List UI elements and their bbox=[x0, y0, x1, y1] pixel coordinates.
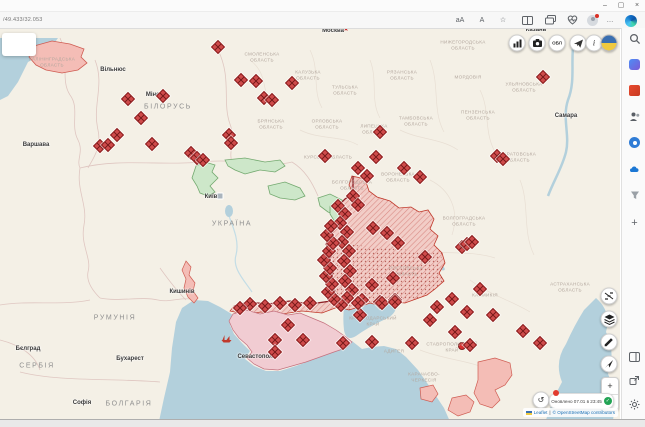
camera-icon bbox=[532, 39, 542, 47]
copilot-icon bbox=[629, 59, 640, 70]
update-ok-icon: ✓ bbox=[603, 397, 612, 405]
update-status-pill[interactable]: Оновлено 07.01 в 23:45 ✓ bbox=[549, 393, 614, 409]
people-icon bbox=[630, 112, 640, 121]
map-graphics bbox=[0, 37, 615, 419]
split-screen-icon bbox=[521, 15, 533, 25]
layers-icon bbox=[603, 314, 615, 325]
layers-button[interactable] bbox=[600, 310, 618, 328]
sidebar-add-button[interactable]: + bbox=[628, 216, 641, 229]
favorites-button[interactable]: ☆ bbox=[496, 14, 510, 26]
transnistria bbox=[181, 260, 199, 304]
history-icon: ↺ bbox=[537, 395, 545, 405]
sidebar-copilot-button[interactable] bbox=[628, 58, 641, 71]
collections-button[interactable] bbox=[543, 14, 557, 26]
sidebar-panel-button[interactable] bbox=[628, 350, 641, 363]
map-attribution: Leaflet | © OpenStreetMap contributors bbox=[522, 408, 618, 417]
oblast-borders-button[interactable]: ОБЛ bbox=[548, 34, 566, 52]
search-icon bbox=[629, 33, 640, 44]
collections-icon bbox=[544, 15, 556, 25]
map[interactable]: ★ ОБЛ i + ↺ Оновлено 07.01 в 23:45 ✓ Lea… bbox=[0, 28, 620, 419]
kaliningrad bbox=[28, 40, 88, 74]
sidebar-games-button[interactable] bbox=[628, 136, 641, 149]
route-measure-button[interactable] bbox=[600, 287, 618, 305]
oblast-borders-label: ОБЛ bbox=[552, 40, 562, 46]
side-panel-icon bbox=[629, 351, 640, 362]
sidebar-dropdown-button[interactable] bbox=[628, 188, 641, 201]
read-aloud-button[interactable]: aA bbox=[453, 14, 467, 26]
edge-logo-icon[interactable] bbox=[625, 15, 637, 27]
language-flag-button[interactable] bbox=[600, 34, 618, 52]
telegram-button[interactable] bbox=[569, 34, 587, 52]
sidebar-settings-button[interactable] bbox=[628, 398, 641, 411]
translate-button[interactable]: A bbox=[475, 14, 489, 26]
pencil-icon bbox=[604, 338, 613, 347]
funnel-icon bbox=[630, 191, 639, 199]
draw-pencil-button[interactable] bbox=[600, 333, 618, 351]
screenshot-button[interactable] bbox=[528, 34, 546, 52]
sidebar-open-window-button[interactable] bbox=[628, 374, 641, 387]
sidebar-shopping-button[interactable] bbox=[628, 84, 641, 97]
cloud-icon bbox=[630, 166, 639, 172]
caucasus-region-2 bbox=[447, 394, 475, 417]
kyiv-capital-icon bbox=[216, 192, 224, 200]
edge-sidebar: + bbox=[621, 28, 645, 419]
attribution-separator: | bbox=[549, 410, 551, 415]
games-icon bbox=[629, 137, 640, 148]
gear-icon bbox=[629, 399, 640, 410]
profile-avatar[interactable] bbox=[587, 14, 599, 26]
statistics-button[interactable] bbox=[508, 34, 526, 52]
navigation-arrow-icon bbox=[605, 360, 613, 368]
info-icon: i bbox=[592, 38, 596, 48]
close-button[interactable]: × bbox=[629, 0, 645, 11]
shopping-icon bbox=[629, 85, 640, 96]
map-stage: ★ ОБЛ i + ↺ Оновлено 07.01 в 23:45 ✓ Lea… bbox=[0, 28, 620, 419]
browser-toolbar: /49.433/32.053 aA A ☆ … bbox=[0, 12, 645, 29]
sidebar-search-button[interactable] bbox=[628, 32, 641, 45]
route-measure-icon bbox=[604, 292, 614, 300]
telegram-icon bbox=[573, 39, 583, 48]
kyiv-reservoir bbox=[225, 205, 233, 217]
heart-pulse-icon bbox=[567, 15, 577, 25]
browser-essentials-button[interactable] bbox=[565, 14, 579, 26]
update-status-text: Оновлено 07.01 в 23:45 bbox=[551, 398, 602, 404]
more-menu-button[interactable]: … bbox=[603, 14, 617, 26]
ship-icon[interactable] bbox=[221, 330, 233, 348]
sidebar-outlook-button[interactable] bbox=[628, 162, 641, 175]
volga-river bbox=[546, 39, 576, 197]
bar-chart-icon bbox=[513, 39, 521, 47]
dnipro-river bbox=[225, 207, 253, 293]
leaflet-link[interactable]: Leaflet bbox=[534, 410, 548, 415]
alert-dot bbox=[553, 390, 559, 396]
window-titlebar: – ▢ × bbox=[0, 0, 645, 12]
split-screen-button[interactable] bbox=[520, 14, 534, 26]
maximize-button[interactable]: ▢ bbox=[613, 0, 629, 11]
history-button[interactable]: ↺ bbox=[532, 391, 550, 409]
ukraine-flag-small-icon bbox=[525, 410, 532, 415]
caucasus-region-1 bbox=[473, 357, 513, 409]
collapsed-menu-panel[interactable] bbox=[2, 33, 36, 56]
locate-button[interactable] bbox=[600, 355, 618, 373]
osm-link[interactable]: © OpenStreetMap contributors bbox=[553, 410, 615, 415]
minimize-button[interactable]: – bbox=[597, 0, 613, 11]
open-in-window-icon bbox=[629, 376, 639, 385]
sidebar-people-button[interactable] bbox=[628, 110, 641, 123]
url-text: /49.433/32.053 bbox=[3, 17, 43, 23]
